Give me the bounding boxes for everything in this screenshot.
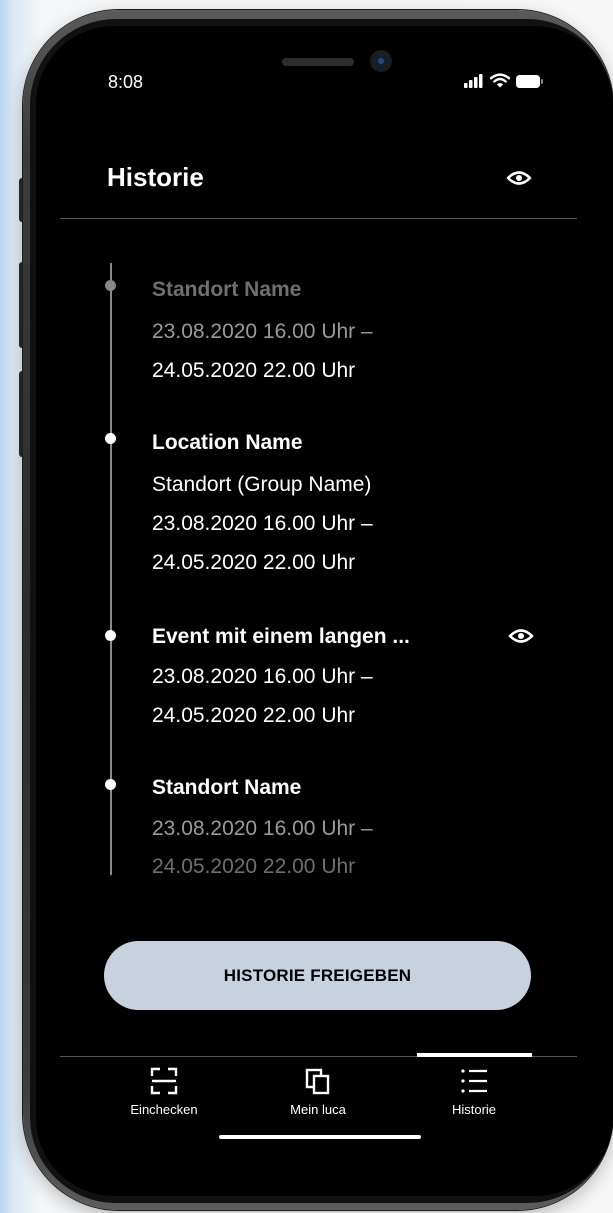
battery-icon xyxy=(516,75,543,88)
history-entry-time-end: 24.05.2020 22.00 Uhr xyxy=(152,855,356,878)
front-camera xyxy=(373,53,389,69)
history-entry-time-end: 24.05.2020 22.00 Uhr xyxy=(152,551,356,574)
page-title: Historie xyxy=(107,162,204,192)
history-entry-time-start: 23.08.2020 16.00 Uhr – xyxy=(152,817,373,840)
list-icon xyxy=(461,1069,487,1093)
history-entry-time-end: 24.05.2020 22.00 Uhr xyxy=(152,704,356,727)
eye-icon[interactable] xyxy=(506,168,532,188)
header-divider xyxy=(60,218,577,219)
history-entry-time-start: 23.08.2020 16.00 Uhr – xyxy=(152,665,373,688)
speaker-grille xyxy=(282,58,354,66)
nav-item-historie[interactable]: Historie xyxy=(426,1066,522,1117)
status-time: 8:08 xyxy=(108,72,144,92)
timeline-dot xyxy=(105,779,116,790)
nav-label: Einchecken xyxy=(130,1102,198,1117)
history-entry-title[interactable]: Standort Name xyxy=(152,776,301,800)
wifi-icon xyxy=(490,73,510,88)
history-entry-title[interactable]: Standort Name xyxy=(152,278,301,302)
phone-screen xyxy=(36,26,613,1196)
history-entry-title[interactable]: Event mit einem langen ... xyxy=(152,625,410,649)
eye-icon[interactable] xyxy=(508,626,534,646)
nav-label: Historie xyxy=(451,1102,497,1117)
nav-label: Mein luca xyxy=(290,1102,346,1117)
active-tab-indicator xyxy=(417,1053,532,1057)
nav-item-mein-luca[interactable]: Mein luca xyxy=(270,1066,366,1117)
history-entry-title[interactable]: Location Name xyxy=(152,431,303,455)
copy-icon xyxy=(305,1068,330,1095)
nav-item-checkin[interactable]: Einchecken xyxy=(116,1066,212,1117)
history-entry-group: Standort (Group Name) xyxy=(152,473,372,496)
timeline-dot xyxy=(105,630,116,641)
history-entry-time-end: 24.05.2020 22.00 Uhr xyxy=(152,359,356,382)
history-entry-time-start: 23.08.2020 16.00 Uhr – xyxy=(152,512,373,535)
share-history-button[interactable]: HISTORIE FREIGEBEN xyxy=(104,941,531,1010)
timeline-dot xyxy=(105,280,116,291)
home-indicator[interactable] xyxy=(219,1135,421,1139)
history-entry-time-start: 23.08.2020 16.00 Uhr – xyxy=(152,320,373,343)
timeline-dot xyxy=(105,433,116,444)
scan-icon xyxy=(150,1067,178,1095)
status-icons xyxy=(464,73,544,88)
signal-icon xyxy=(464,74,483,88)
